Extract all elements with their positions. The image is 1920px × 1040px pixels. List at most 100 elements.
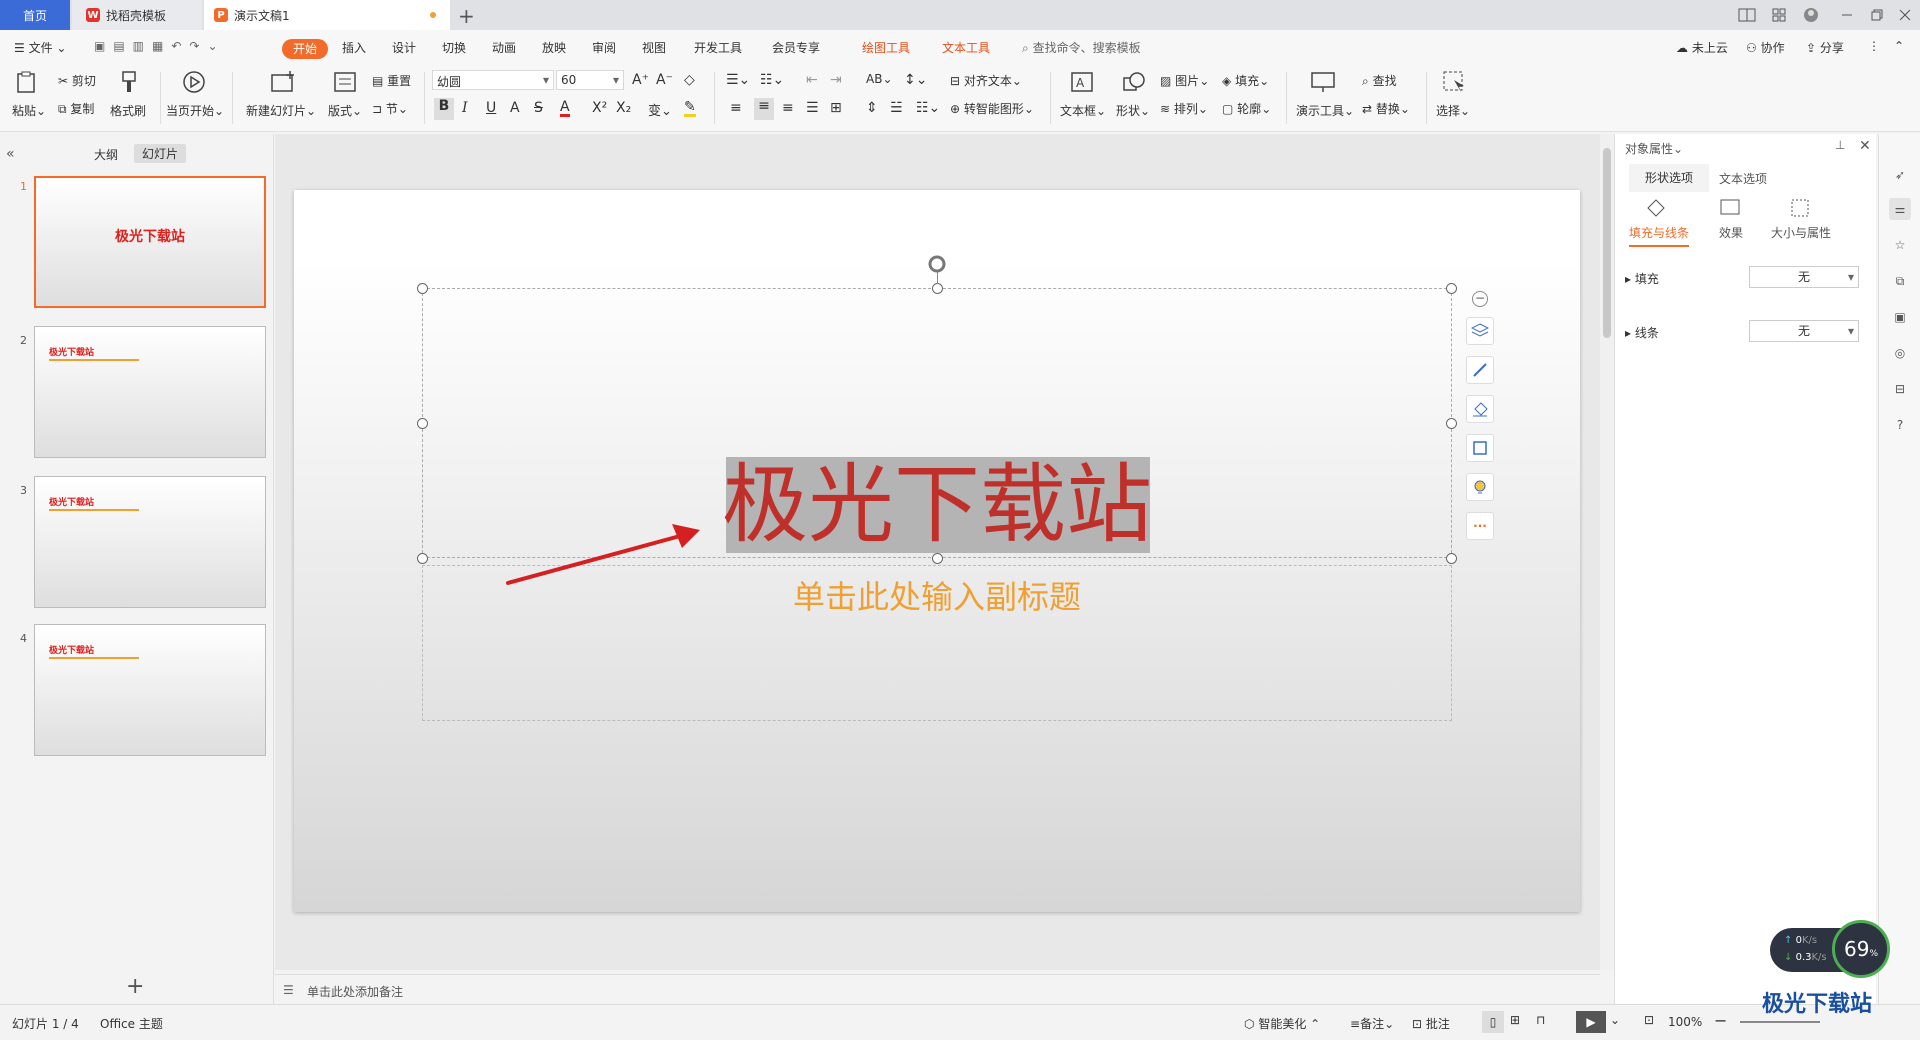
copy-button[interactable]: ⧉ 复制 (58, 100, 94, 117)
char-spacing-icon[interactable]: 变⌄ (648, 100, 672, 119)
image-icon[interactable]: ▣ (1889, 306, 1911, 328)
effect-icon[interactable] (1719, 198, 1741, 218)
menu-design[interactable]: 设计 (392, 39, 416, 56)
strikethrough-icon[interactable]: S (534, 100, 543, 116)
align-left-icon[interactable]: ≡ (730, 100, 742, 116)
play-options-icon[interactable]: ⌄ (1610, 1013, 1620, 1027)
size-icon[interactable] (1789, 198, 1811, 218)
outline-button[interactable]: ▢ 轮廓⌄ (1222, 100, 1271, 117)
highlight-icon[interactable]: ✎ (684, 100, 696, 117)
layers-icon[interactable] (1466, 317, 1494, 345)
help-icon[interactable]: ? (1889, 414, 1911, 436)
vertical-scrollbar[interactable] (1600, 134, 1614, 970)
tab-slides[interactable]: 幻灯片 (134, 144, 187, 163)
align-right-icon[interactable]: ≡ (782, 100, 794, 116)
tab-shape-options[interactable]: 形状选项 (1629, 164, 1709, 192)
cloud-status[interactable]: ☁ 未上云 (1676, 39, 1728, 56)
shadow-text-icon[interactable]: A (510, 100, 520, 116)
distribute-icon[interactable]: ⊞ (830, 100, 842, 116)
collapse-panel-icon[interactable]: « (6, 146, 15, 162)
close-icon[interactable] (1894, 5, 1916, 25)
select-icon[interactable] (1442, 70, 1466, 94)
tab-text-options[interactable]: 文本选项 (1719, 170, 1767, 187)
align-text-button[interactable]: ⊟ 对齐文本⌄ (950, 72, 1022, 89)
number-list-icon[interactable]: ☷⌄ (760, 72, 784, 88)
justify-icon[interactable]: ☰ (806, 100, 819, 116)
resize-handle[interactable] (417, 283, 428, 294)
compass-icon[interactable]: ◎ (1889, 342, 1911, 364)
zoom-slider[interactable] (1740, 1021, 1820, 1023)
italic-icon[interactable]: I (462, 100, 468, 116)
zoom-level[interactable]: 100% (1668, 1015, 1702, 1029)
rocket-icon[interactable]: ➶ (1889, 164, 1911, 186)
line-spacing-icon[interactable]: ☱ (890, 100, 903, 116)
avatar[interactable] (1800, 5, 1822, 25)
play-icon[interactable] (182, 70, 206, 94)
resize-handle[interactable] (1446, 553, 1457, 564)
tab-outline[interactable]: 大纲 (94, 146, 118, 163)
line-section[interactable]: ▸ 线条 (1625, 324, 1659, 341)
grid-icon[interactable] (1768, 5, 1790, 25)
column-icon[interactable]: ☷⌄ (916, 100, 940, 116)
slide-thumbnail[interactable]: 极光下载站 (34, 326, 266, 458)
book-icon[interactable]: ⊟ (1889, 378, 1911, 400)
fill-select[interactable]: 无 ▾ (1749, 266, 1859, 288)
replace-button[interactable]: ⇄ 替换⌄ (1362, 100, 1410, 117)
resize-handle[interactable] (417, 553, 428, 564)
scrollbar-thumb[interactable] (1603, 148, 1611, 338)
command-search[interactable]: ⌕ 查找命令、搜索模板 (1022, 39, 1141, 56)
zoom-out-icon[interactable]: − (1714, 1011, 1727, 1030)
share-button[interactable]: ⇪ 分享 (1806, 39, 1844, 56)
fill-button[interactable]: ◈ 填充⌄ (1222, 72, 1269, 89)
format-painter-icon[interactable] (118, 70, 140, 94)
comment-toggle[interactable]: ⊡ 批注 (1412, 1015, 1450, 1032)
tab-home[interactable]: 首页 (0, 0, 70, 30)
subtab-effect[interactable]: 效果 (1719, 224, 1743, 241)
layout-icon[interactable] (1736, 5, 1758, 25)
collab-button[interactable]: ⚇ 协作 (1746, 39, 1785, 56)
subtab-fill-line[interactable]: 填充与线条 (1629, 224, 1690, 247)
play-slideshow-icon[interactable]: ▶ (1576, 1011, 1606, 1033)
textbox-icon[interactable]: A (1070, 70, 1094, 94)
shape-icon[interactable] (1122, 70, 1146, 94)
from-current-button[interactable]: 当页开始⌄ (166, 102, 224, 119)
theme-name[interactable]: Office 主题 (100, 1015, 163, 1032)
file-menu[interactable]: ☰ 文件 ⌄ (14, 39, 66, 56)
align-center-icon[interactable]: ≡ (754, 98, 774, 120)
resize-handle[interactable] (932, 283, 943, 294)
tab-template[interactable]: W 找稻壳模板 (72, 0, 202, 30)
sorter-view-icon[interactable]: ⊞ (1510, 1013, 1520, 1027)
new-slide-icon[interactable] (270, 70, 296, 94)
menu-text-tools[interactable]: 文本工具 (942, 39, 990, 56)
clear-format-icon[interactable]: ◇ (684, 72, 695, 88)
present-tools-icon[interactable] (1310, 70, 1336, 94)
subtab-size-props[interactable]: 大小与属性 (1771, 224, 1831, 241)
font-name-select[interactable]: 幼圆 ▾ (432, 70, 554, 90)
cut-button[interactable]: ✂ 剪切 (58, 72, 96, 89)
menu-review[interactable]: 审阅 (592, 39, 616, 56)
textbox-button[interactable]: 文本框⌄ (1060, 102, 1106, 119)
para-spacing-icon[interactable]: ⇕ (866, 100, 878, 116)
frame-icon[interactable] (1466, 434, 1494, 462)
line-direction-icon[interactable]: ↕⌄ (904, 72, 927, 88)
layout-button[interactable]: 版式⌄ (328, 102, 362, 119)
resize-handle[interactable] (932, 553, 943, 564)
fill-section[interactable]: ▸ 填充 (1625, 270, 1659, 287)
smart-art-button[interactable]: ⊕ 转智能图形⌄ (950, 100, 1034, 117)
grow-font-icon[interactable]: A⁺ (632, 72, 649, 88)
present-tools-button[interactable]: 演示工具⌄ (1296, 102, 1354, 119)
increase-indent-icon[interactable]: ⇥ (830, 72, 842, 88)
properties-icon[interactable]: ⚌ (1889, 198, 1911, 220)
paste-icon[interactable] (14, 70, 38, 94)
text-direction-icon[interactable]: AB⌄ (866, 72, 893, 86)
animation-icon[interactable]: ☆ (1889, 234, 1911, 256)
layout-icon[interactable] (334, 72, 356, 92)
slide-thumbnail[interactable]: 极光下载站 (34, 176, 266, 308)
shrink-font-icon[interactable]: A⁻ (656, 72, 673, 88)
more-menu-icon[interactable]: ⋮ (1868, 39, 1880, 53)
picture-button[interactable]: ▨ 图片⌄ (1160, 72, 1209, 89)
reset-button[interactable]: ▤ 重置 (372, 72, 411, 89)
menu-animation[interactable]: 动画 (492, 39, 516, 56)
bold-icon[interactable]: B (434, 98, 454, 120)
find-button[interactable]: ⌕ 查找 (1362, 72, 1397, 89)
